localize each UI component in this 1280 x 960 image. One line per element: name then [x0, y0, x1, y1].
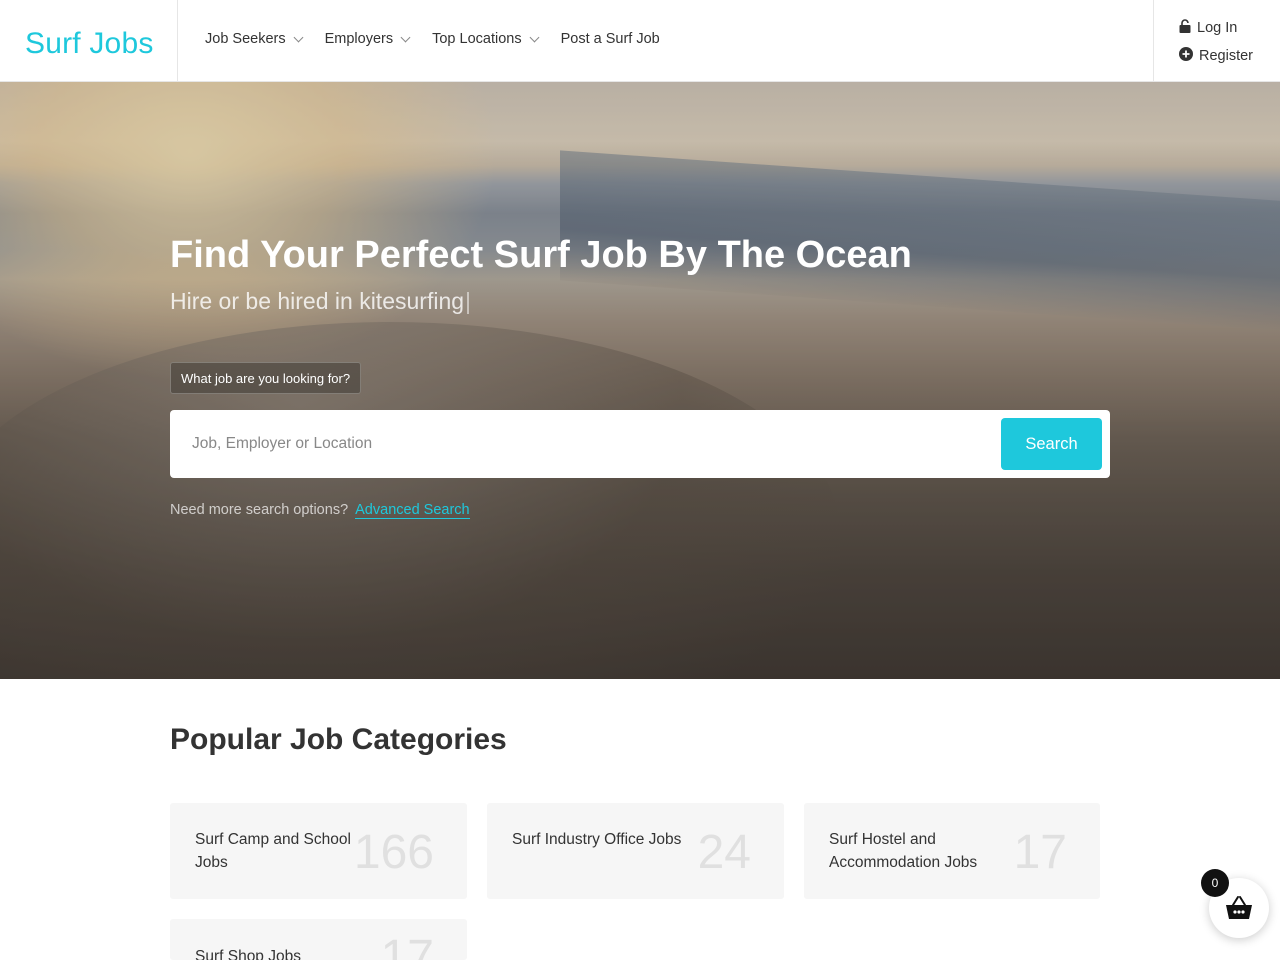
chevron-down-icon [529, 32, 540, 42]
category-card[interactable]: Surf Industry Office Jobs 24 [487, 803, 784, 899]
search-label: What job are you looking for? [170, 362, 362, 394]
site-logo[interactable]: Surf Jobs [25, 27, 154, 61]
category-count: 166 [353, 826, 434, 879]
category-name: Surf Shop Jobs [195, 948, 301, 960]
category-card[interactable]: Surf Camp and School Jobs 166 [170, 803, 467, 899]
search-form: Search [170, 410, 1110, 478]
auth-links: Log In Register [1153, 0, 1280, 82]
category-card[interactable]: Surf Shop Jobs 17 [170, 919, 467, 960]
category-count: 17 [380, 931, 434, 960]
hero-title: Find Your Perfect Surf Job By The Ocean [170, 234, 912, 276]
nav-top-locations[interactable]: Top Locations [432, 31, 540, 47]
login-link[interactable]: Log In [1179, 19, 1237, 37]
hero-subtitle: Hire or be hired in kitesurfing [170, 288, 470, 315]
site-header: Surf Jobs Job Seekers Employers Top Loca… [0, 0, 1280, 82]
nav-top-locations-label: Top Locations [432, 31, 522, 47]
nav-job-seekers-label: Job Seekers [205, 31, 286, 47]
nav-job-seekers[interactable]: Job Seekers [205, 31, 304, 47]
typing-cursor [467, 291, 470, 314]
login-label: Log In [1197, 20, 1238, 36]
register-label: Register [1199, 48, 1253, 64]
category-count: 24 [697, 826, 751, 879]
logo-container: Surf Jobs [0, 0, 178, 82]
search-button[interactable]: Search [1001, 418, 1102, 470]
hero-subtitle-text: Hire or be hired in kitesurfing [170, 288, 465, 314]
chevron-down-icon [293, 32, 304, 42]
category-count: 17 [1013, 826, 1067, 879]
more-options-text: Need more search options? [170, 502, 349, 518]
nav-employers[interactable]: Employers [324, 31, 411, 47]
categories-title: Popular Job Categories [170, 723, 507, 756]
plus-circle-icon [1179, 47, 1193, 65]
chevron-down-icon [400, 32, 411, 42]
register-link[interactable]: Register [1179, 47, 1253, 65]
category-card[interactable]: Surf Hostel and Accommodation Jobs 17 [804, 803, 1100, 899]
more-options: Need more search options? Advanced Search [170, 502, 470, 519]
search-input[interactable] [170, 410, 990, 478]
advanced-search-link[interactable]: Advanced Search [355, 502, 470, 519]
nav-employers-label: Employers [324, 31, 394, 47]
cart-count-badge: 0 [1201, 869, 1229, 897]
hero-section: Find Your Perfect Surf Job By The Ocean … [0, 82, 1280, 679]
main-nav: Job Seekers Employers Top Locations Post… [205, 31, 683, 47]
lock-icon [1179, 19, 1191, 37]
nav-post-job[interactable]: Post a Surf Job [561, 31, 660, 47]
nav-post-job-label: Post a Surf Job [560, 31, 660, 47]
category-name: Surf Hostel and Accommodation Jobs [829, 831, 978, 871]
category-name: Surf Industry Office Jobs [512, 831, 682, 848]
category-name: Surf Camp and School Jobs [195, 831, 351, 871]
basket-icon [1225, 895, 1253, 926]
